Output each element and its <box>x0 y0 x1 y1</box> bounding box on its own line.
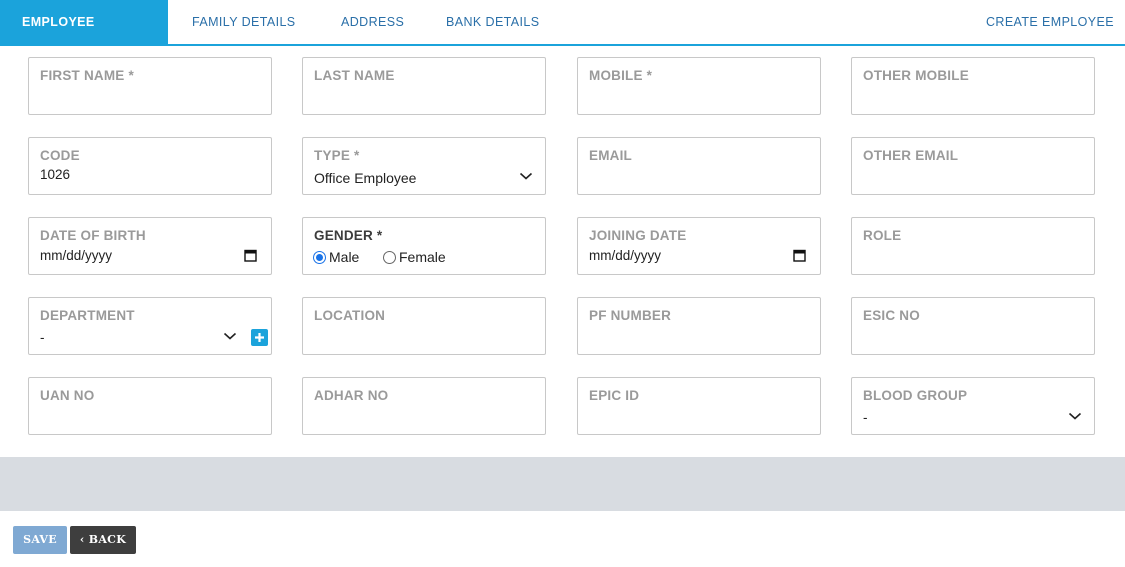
joining-date-input[interactable]: mm/dd/yyyy <box>589 248 661 263</box>
date-of-birth-input[interactable]: mm/dd/yyyy <box>40 248 112 263</box>
tab-address[interactable]: ADDRESS <box>341 0 404 44</box>
adhar-no-field[interactable]: ADHAR NO <box>302 377 546 435</box>
tab-bar: EMPLOYEE DETAILS FAMILY DETAILS ADDRESS … <box>0 0 1125 73</box>
type-selected-value: Office Employee <box>314 170 417 186</box>
email-label: EMAIL <box>589 148 632 163</box>
type-select[interactable]: TYPE * Office Employee <box>302 137 546 195</box>
first-name-field[interactable]: FIRST NAME * <box>28 57 272 115</box>
department-selected-value: - <box>40 330 45 345</box>
epic-id-field[interactable]: EPIC ID <box>577 377 821 435</box>
date-of-birth-field[interactable]: DATE OF BIRTH mm/dd/yyyy <box>28 217 272 275</box>
code-label: CODE <box>40 148 80 163</box>
uan-no-label: UAN NO <box>40 388 95 403</box>
other-email-label: OTHER EMAIL <box>863 148 959 163</box>
role-label: ROLE <box>863 228 902 243</box>
save-button[interactable]: SAVE <box>13 526 67 554</box>
adhar-no-label: ADHAR NO <box>314 388 389 403</box>
blood-group-select[interactable]: BLOOD GROUP - <box>851 377 1095 435</box>
joining-date-label: JOINING DATE <box>589 228 687 243</box>
type-label: TYPE * <box>314 148 360 163</box>
other-email-field[interactable]: OTHER EMAIL <box>851 137 1095 195</box>
mobile-field[interactable]: MOBILE * <box>577 57 821 115</box>
gender-field: GENDER * Male Female <box>302 217 546 275</box>
blood-group-selected-value: - <box>863 410 868 425</box>
department-select[interactable]: DEPARTMENT - <box>28 297 272 355</box>
plus-icon <box>255 333 264 342</box>
create-employee-link[interactable]: CREATE EMPLOYEE <box>986 0 1114 44</box>
epic-id-label: EPIC ID <box>589 388 640 403</box>
joining-date-field[interactable]: JOINING DATE mm/dd/yyyy <box>577 217 821 275</box>
mobile-label: MOBILE * <box>589 68 653 83</box>
blood-group-label: BLOOD GROUP <box>863 388 968 403</box>
code-input[interactable]: 1026 <box>40 167 70 182</box>
esic-no-field[interactable]: ESIC NO <box>851 297 1095 355</box>
chevron-down-icon <box>519 172 533 180</box>
pf-number-field[interactable]: PF NUMBER <box>577 297 821 355</box>
calendar-icon[interactable] <box>244 249 257 262</box>
chevron-down-icon <box>1068 412 1082 420</box>
radio-unchecked-icon[interactable] <box>383 250 396 264</box>
back-button[interactable]: ‹ BACK <box>70 526 136 554</box>
code-field[interactable]: CODE 1026 <box>28 137 272 195</box>
other-mobile-field[interactable]: OTHER MOBILE <box>851 57 1095 115</box>
gender-label: GENDER * <box>314 228 383 243</box>
department-label: DEPARTMENT <box>40 308 135 323</box>
uan-no-field[interactable]: UAN NO <box>28 377 272 435</box>
tab-bank-details[interactable]: BANK DETAILS <box>446 0 539 44</box>
pf-number-label: PF NUMBER <box>589 308 672 323</box>
role-field[interactable]: ROLE <box>851 217 1095 275</box>
add-department-button[interactable] <box>251 329 268 346</box>
gender-female-radio[interactable]: Female <box>383 249 446 265</box>
last-name-label: LAST NAME <box>314 68 395 83</box>
date-of-birth-label: DATE OF BIRTH <box>40 228 146 243</box>
location-label: LOCATION <box>314 308 386 323</box>
gender-male-label: Male <box>329 249 360 265</box>
email-field[interactable]: EMAIL <box>577 137 821 195</box>
esic-no-label: ESIC NO <box>863 308 920 323</box>
chevron-down-icon <box>223 332 237 340</box>
other-mobile-label: OTHER MOBILE <box>863 68 969 83</box>
tab-employee-details[interactable]: EMPLOYEE DETAILS <box>0 0 168 73</box>
tab-family-details[interactable]: FAMILY DETAILS <box>192 0 296 44</box>
calendar-icon[interactable] <box>793 249 806 262</box>
gender-male-radio[interactable]: Male <box>313 249 359 265</box>
gender-female-label: Female <box>399 249 446 265</box>
radio-checked-icon[interactable] <box>313 250 326 264</box>
first-name-label: FIRST NAME * <box>40 68 134 83</box>
footer-divider-band <box>0 457 1125 511</box>
last-name-field[interactable]: LAST NAME <box>302 57 546 115</box>
location-field[interactable]: LOCATION <box>302 297 546 355</box>
